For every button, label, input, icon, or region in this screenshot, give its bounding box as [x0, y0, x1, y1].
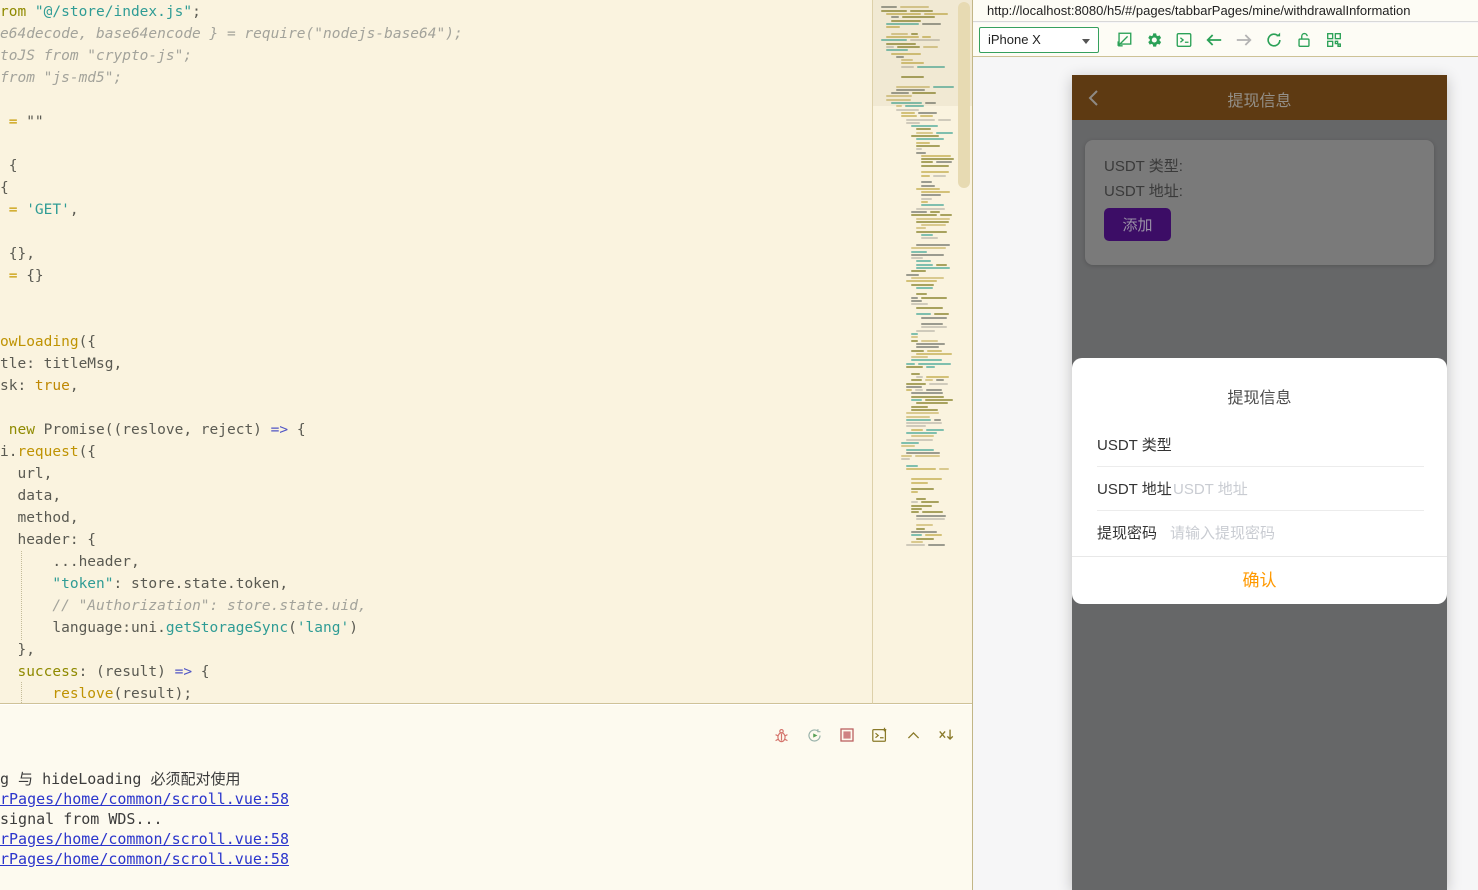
usdt-type-label: USDT 类型:	[1104, 155, 1183, 176]
minimap-scrollbar[interactable]	[958, 2, 970, 188]
code-line[interactable]: reslove(result);	[0, 683, 463, 704]
browser-preview-panel: http://localhost:8080/h5/#/pages/tabbarP…	[973, 0, 1478, 890]
preview-stage: 提现信息 USDT 类型: USDT 地址: 添加 提现信息 USDT 类型	[973, 58, 1478, 890]
back-arrow-icon[interactable]	[1199, 27, 1229, 53]
usdt-address-field[interactable]: USDT 地址 USDT 地址	[1072, 466, 1447, 510]
code-line[interactable]: from "js-md5";	[0, 67, 463, 89]
code-line[interactable]: = {}	[0, 265, 463, 287]
phone-preview: 提现信息 USDT 类型: USDT 地址: 添加 提现信息 USDT 类型	[1072, 75, 1447, 890]
console-line: rPages/home/common/scroll.vue:58	[0, 789, 289, 809]
code-line[interactable]: "token": store.state.token,	[0, 573, 463, 595]
code-line[interactable]: // "Authorization": store.state.uid,	[0, 595, 463, 617]
phone-navbar: 提现信息	[1072, 75, 1447, 120]
code-line[interactable]: {	[0, 177, 463, 199]
usdt-address-label: USDT 地址:	[1104, 180, 1183, 201]
chevron-down-icon	[1082, 39, 1090, 44]
device-selector-value: iPhone X	[988, 32, 1041, 47]
code-line[interactable]	[0, 397, 463, 419]
terminal-icon[interactable]	[1169, 27, 1199, 53]
code-line[interactable]: owLoading({	[0, 331, 463, 353]
qrcode-icon[interactable]	[1319, 27, 1349, 53]
unlock-icon[interactable]	[1289, 27, 1319, 53]
minimap[interactable]	[872, 0, 972, 704]
code-area[interactable]: rom "@/store/index.js";e64decode, base64…	[0, 1, 463, 704]
code-line[interactable]	[0, 309, 463, 331]
withdrawal-modal: 提现信息 USDT 类型 USDT 地址 USDT 地址 提现密码 请输入提现密…	[1072, 358, 1447, 604]
forward-arrow-icon[interactable]	[1229, 27, 1259, 53]
refresh-icon[interactable]	[1259, 27, 1289, 53]
code-line[interactable]	[0, 89, 463, 111]
console-source-link[interactable]: rPages/home/common/scroll.vue:58	[0, 790, 289, 808]
withdrawal-card: USDT 类型: USDT 地址: 添加	[1085, 140, 1434, 265]
console-toolbar	[771, 725, 956, 745]
url-text: http://localhost:8080/h5/#/pages/tabbarP…	[987, 3, 1410, 18]
code-line[interactable]	[0, 133, 463, 155]
code-line[interactable]: data,	[0, 485, 463, 507]
code-line[interactable]: {	[0, 155, 463, 177]
code-line[interactable]: toJS from "crypto-js";	[0, 45, 463, 67]
code-line[interactable]: new Promise((reslove, reject) => {	[0, 419, 463, 441]
clear-scroll-icon[interactable]	[936, 725, 956, 745]
code-line[interactable]: url,	[0, 463, 463, 485]
preview-toolbar: iPhone X	[973, 23, 1478, 57]
console-line: rPages/home/common/scroll.vue:58	[0, 829, 289, 849]
add-button[interactable]: 添加	[1104, 208, 1171, 241]
withdraw-password-field[interactable]: 提现密码 请输入提现密码	[1072, 510, 1447, 554]
page-title: 提现信息	[1072, 87, 1447, 111]
console-output: g 与 hideLoading 必须配对使用rPages/home/common…	[0, 769, 289, 869]
code-line[interactable]	[0, 287, 463, 309]
device-selector[interactable]: iPhone X	[979, 27, 1099, 53]
code-line[interactable]: success: (result) => {	[0, 661, 463, 683]
field-label: 提现密码	[1097, 522, 1157, 543]
code-line[interactable]	[0, 221, 463, 243]
code-line[interactable]: method,	[0, 507, 463, 529]
code-line[interactable]: {},	[0, 243, 463, 265]
ide-window: rom "@/store/index.js";e64decode, base64…	[0, 0, 1478, 890]
code-line[interactable]: = 'GET',	[0, 199, 463, 221]
code-line[interactable]: e64decode, base64encode } = require("nod…	[0, 23, 463, 45]
code-line[interactable]: i.request({	[0, 441, 463, 463]
code-line[interactable]: tle: titleMsg,	[0, 353, 463, 375]
indent-guide	[21, 682, 22, 703]
field-label: USDT 类型	[1097, 434, 1172, 455]
code-line[interactable]: },	[0, 639, 463, 661]
indent-guide	[21, 551, 22, 640]
confirm-button[interactable]: 确认	[1072, 560, 1447, 602]
code-line[interactable]: ...header,	[0, 551, 463, 573]
code-line[interactable]: sk: true,	[0, 375, 463, 397]
console-line: g 与 hideLoading 必须配对使用	[0, 769, 289, 789]
open-external-icon[interactable]	[1109, 27, 1139, 53]
stop-icon[interactable]	[837, 725, 857, 745]
field-label: USDT 地址	[1097, 478, 1172, 499]
collapse-panel-icon[interactable]	[903, 725, 923, 745]
divider	[1072, 556, 1447, 557]
modal-title: 提现信息	[1072, 384, 1447, 408]
code-line[interactable]: = ""	[0, 111, 463, 133]
restart-icon[interactable]	[804, 725, 824, 745]
field-placeholder: USDT 地址	[1173, 478, 1248, 499]
console-panel: g 与 hideLoading 必须配对使用rPages/home/common…	[0, 705, 972, 890]
code-line[interactable]: header: {	[0, 529, 463, 551]
field-placeholder: 请输入提现密码	[1170, 522, 1275, 543]
console-line: rPages/home/common/scroll.vue:58	[0, 849, 289, 869]
console-line: signal from WDS...	[0, 809, 289, 829]
code-editor[interactable]: rom "@/store/index.js";e64decode, base64…	[0, 0, 872, 704]
new-terminal-icon[interactable]	[870, 725, 890, 745]
url-bar[interactable]: http://localhost:8080/h5/#/pages/tabbarP…	[973, 0, 1478, 22]
usdt-type-field[interactable]: USDT 类型	[1072, 422, 1447, 466]
console-source-link[interactable]: rPages/home/common/scroll.vue:58	[0, 830, 289, 848]
code-line[interactable]: rom "@/store/index.js";	[0, 1, 463, 23]
code-line[interactable]: language:uni.getStorageSync('lang')	[0, 617, 463, 639]
debug-bug-icon[interactable]	[771, 725, 791, 745]
settings-gear-icon[interactable]	[1139, 27, 1169, 53]
console-source-link[interactable]: rPages/home/common/scroll.vue:58	[0, 850, 289, 868]
